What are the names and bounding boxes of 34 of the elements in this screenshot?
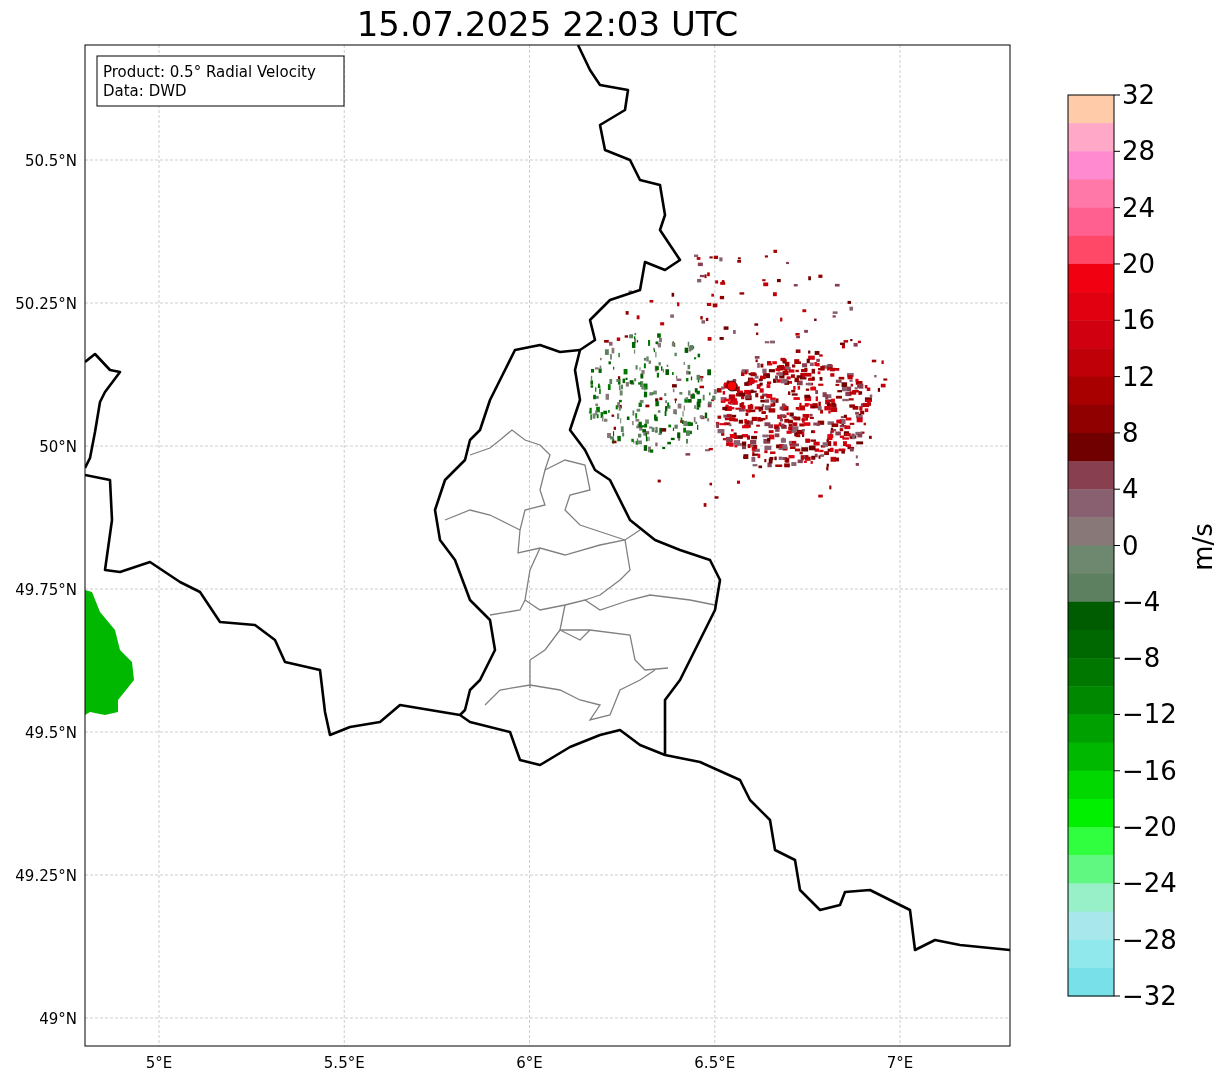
colorbar-tick-label: −20 bbox=[1122, 812, 1177, 843]
colorbar-tick-label: −16 bbox=[1122, 755, 1177, 786]
colorbar-tick-label: 20 bbox=[1122, 248, 1156, 279]
info-text: Data: DWD bbox=[103, 82, 187, 100]
axis-tick-label: 50.5°N bbox=[24, 152, 77, 170]
chart-title: 15.07.2025 22:03 UTC bbox=[356, 4, 739, 44]
colorbar-tick-label: 28 bbox=[1122, 136, 1156, 167]
colorbar-tick-label: −8 bbox=[1122, 643, 1161, 674]
axis-tick-label: 49.5°N bbox=[24, 724, 77, 742]
colorbar-tick-label: 32 bbox=[1122, 80, 1156, 110]
axis-tick-label: 49.75°N bbox=[15, 581, 77, 599]
colorbar-tick-label: 12 bbox=[1122, 361, 1156, 392]
colorbar-tick-label: 24 bbox=[1122, 192, 1156, 223]
axis-tick-label: 7°E bbox=[886, 1054, 914, 1072]
colorbar-tick-label: 0 bbox=[1122, 530, 1139, 561]
axis-tick-label: 6.5°E bbox=[694, 1054, 736, 1072]
axis-tick-label: 49.25°N bbox=[15, 867, 77, 885]
axis-tick-label: 5.5°E bbox=[323, 1054, 365, 1072]
colorbar-tick-label: 8 bbox=[1122, 417, 1139, 448]
axis-tick-label: 50°N bbox=[39, 438, 77, 456]
colorbar-tick-label: −12 bbox=[1122, 699, 1177, 730]
colorbar-tick-label: −32 bbox=[1122, 981, 1177, 1011]
axis-tick-label: 50.25°N bbox=[15, 295, 77, 313]
colorbar-tick-label: 16 bbox=[1122, 305, 1156, 336]
colorbar-tick-label: −28 bbox=[1122, 924, 1177, 955]
radar-station-dot bbox=[726, 380, 738, 392]
info-text: Product: 0.5° Radial Velocity bbox=[103, 63, 316, 81]
axis-tick-label: 6°E bbox=[516, 1054, 543, 1072]
axis-tick-label: 49°N bbox=[39, 1010, 77, 1028]
colorbar-tick-label: 4 bbox=[1122, 474, 1139, 505]
colorbar-label: m/s bbox=[1188, 523, 1218, 571]
colorbar-tick-label: −4 bbox=[1122, 586, 1161, 617]
axis-tick-label: 5°E bbox=[145, 1054, 173, 1072]
colorbar-tick-label: −24 bbox=[1122, 868, 1177, 899]
